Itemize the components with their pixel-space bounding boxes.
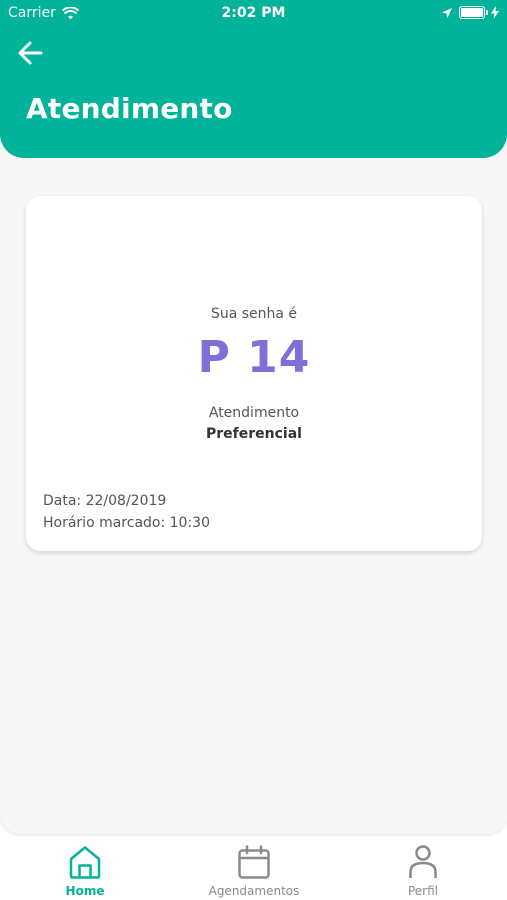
nav-label-perfil: Perfil xyxy=(407,884,439,898)
status-bar: Carrier 2:02 PM xyxy=(0,0,507,28)
home-icon xyxy=(69,846,101,879)
ticket-number: P 14 xyxy=(197,332,311,383)
status-right xyxy=(441,6,499,19)
ticket-card: Sua senha é P 14 Atendimento Preferencia… xyxy=(26,196,482,551)
battery-icon xyxy=(459,6,488,19)
nav-label-home: Home xyxy=(65,884,105,898)
status-time: 2:02 PM xyxy=(221,5,286,21)
appointment-time: Horário marcado: 10:30 xyxy=(43,515,210,531)
content-area: Sua senha é P 14 Atendimento Preferencia… xyxy=(0,140,507,834)
nav-item-agendamentos[interactable]: Agendamentos xyxy=(194,844,314,898)
page-title: Atendimento xyxy=(26,92,233,125)
user-icon xyxy=(409,845,437,878)
nav-label-agendamentos: Agendamentos xyxy=(208,884,300,898)
nav-item-perfil[interactable]: Perfil xyxy=(363,844,483,898)
calendar-icon xyxy=(238,845,270,879)
bottom-nav: Home Agendamentos Perfil xyxy=(0,834,507,900)
service-type: Preferencial xyxy=(206,426,302,442)
location-arrow-icon xyxy=(442,7,452,18)
arrow-left-icon xyxy=(18,41,43,65)
charging-bolt-icon xyxy=(491,6,499,19)
nav-item-home[interactable]: Home xyxy=(25,844,145,898)
back-button[interactable] xyxy=(16,38,46,68)
ticket-intro: Sua senha é xyxy=(210,306,298,322)
appointment-date: Data: 22/08/2019 xyxy=(43,493,167,509)
service-label: Atendimento xyxy=(208,405,300,421)
